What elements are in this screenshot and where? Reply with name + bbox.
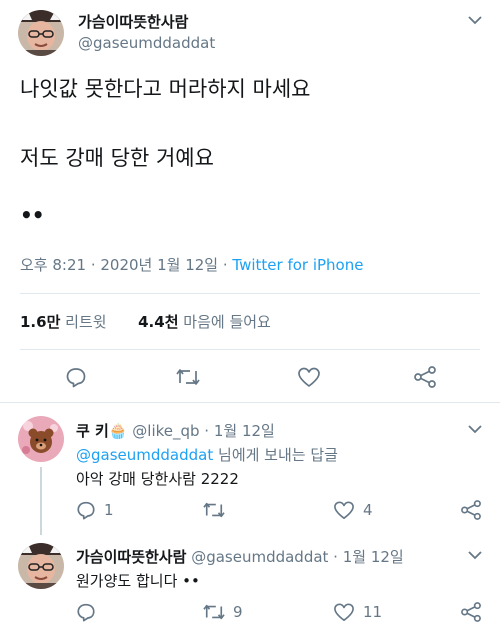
chevron-down-icon[interactable]	[468, 15, 482, 25]
share-icon	[461, 602, 481, 622]
retweet-button[interactable]	[176, 366, 200, 388]
reply-button[interactable]	[65, 366, 87, 388]
retweet-icon	[176, 369, 200, 385]
reply2-like-button[interactable]: 11	[333, 602, 382, 622]
divider	[0, 402, 500, 403]
reply1-handle-date[interactable]: @like_qb · 1월 12일	[132, 422, 275, 440]
reply1-like-count: 4	[363, 501, 373, 519]
likes-count[interactable]: 4.4천	[138, 313, 178, 331]
likes-label[interactable]: 마음에 들어요	[183, 313, 271, 331]
tweet-trailing-dots: ••	[20, 203, 45, 227]
reply1-retweet-button[interactable]	[203, 500, 225, 520]
chevron-down-icon[interactable]	[468, 550, 482, 560]
reply1-reply-count: 1	[104, 501, 114, 519]
reply2-like-count: 11	[363, 603, 383, 621]
share-button[interactable]	[413, 366, 437, 388]
like-button[interactable]	[297, 366, 321, 388]
reply2-retweet-count: 9	[233, 603, 243, 621]
reply1-mention-link[interactable]: @gaseumddaddat	[76, 446, 213, 464]
divider	[20, 349, 480, 350]
author-avatar[interactable]	[18, 10, 64, 56]
reply-icon	[77, 501, 95, 520]
chevron-down-icon[interactable]	[468, 424, 482, 434]
tweet-meta: 오후 8:21 · 2020년 1월 12일 · Twitter for iPh…	[20, 254, 363, 275]
reply1-author-name[interactable]: 쿠 키🧁	[76, 422, 128, 440]
retweets-label[interactable]: 리트윗	[65, 313, 106, 331]
tweet-stats: 1.6만 리트윗 4.4천 마음에 들어요	[20, 311, 271, 332]
reply2-reply-button[interactable]	[76, 602, 96, 622]
reply1-reply-button[interactable]: 1	[76, 500, 114, 520]
reply2-avatar[interactable]	[18, 543, 64, 589]
thread-connector	[40, 467, 42, 535]
tweet-timestamp[interactable]: 오후 8:21 · 2020년 1월 12일 ·	[20, 256, 232, 274]
reply2-header: 가슴이따뜻한사람 @gaseumddaddat · 1월 12일	[76, 546, 404, 567]
tweet-text-line-2: 저도 강매 당한 거예요	[20, 146, 214, 170]
reply1-header: 쿠 키🧁 @like_qb · 1월 12일	[76, 420, 275, 441]
reply2-author-name[interactable]: 가슴이따뜻한사람	[76, 548, 186, 566]
author-handle[interactable]: @gaseumddaddat	[78, 34, 215, 52]
reply2-text: 원가양도 합니다 ••	[76, 572, 200, 590]
reply2-share-button[interactable]	[460, 602, 482, 622]
divider	[20, 293, 480, 294]
share-icon	[414, 366, 436, 388]
tweet-source-link[interactable]: Twitter for iPhone	[232, 256, 363, 274]
reply1-reply-to-suffix: 님에게 보내는 답글	[218, 446, 338, 464]
heart-icon	[334, 603, 354, 621]
reply1-reply-to: @gaseumddaddat 님에게 보내는 답글	[76, 444, 338, 465]
reply2-handle-date[interactable]: @gaseumddaddat · 1월 12일	[191, 548, 404, 566]
tweet-text-line-1: 나잇값 못한다고 머라하지 마세요	[20, 77, 311, 101]
reply2-retweet-button[interactable]: 9	[203, 602, 243, 622]
retweet-icon	[203, 604, 225, 620]
retweets-count[interactable]: 1.6만	[20, 313, 60, 331]
retweet-icon	[203, 502, 225, 518]
reply-icon	[77, 603, 95, 622]
heart-icon	[298, 367, 320, 387]
heart-icon	[334, 501, 354, 519]
reply1-like-button[interactable]: 4	[333, 500, 373, 520]
share-icon	[461, 500, 481, 520]
reply1-text: 아악 강매 당한사람 2222	[76, 470, 239, 488]
reply1-share-button[interactable]	[460, 500, 482, 520]
reply1-avatar[interactable]	[18, 416, 64, 462]
reply-icon	[66, 368, 86, 388]
author-name[interactable]: 가슴이따뜻한사람	[78, 11, 188, 32]
